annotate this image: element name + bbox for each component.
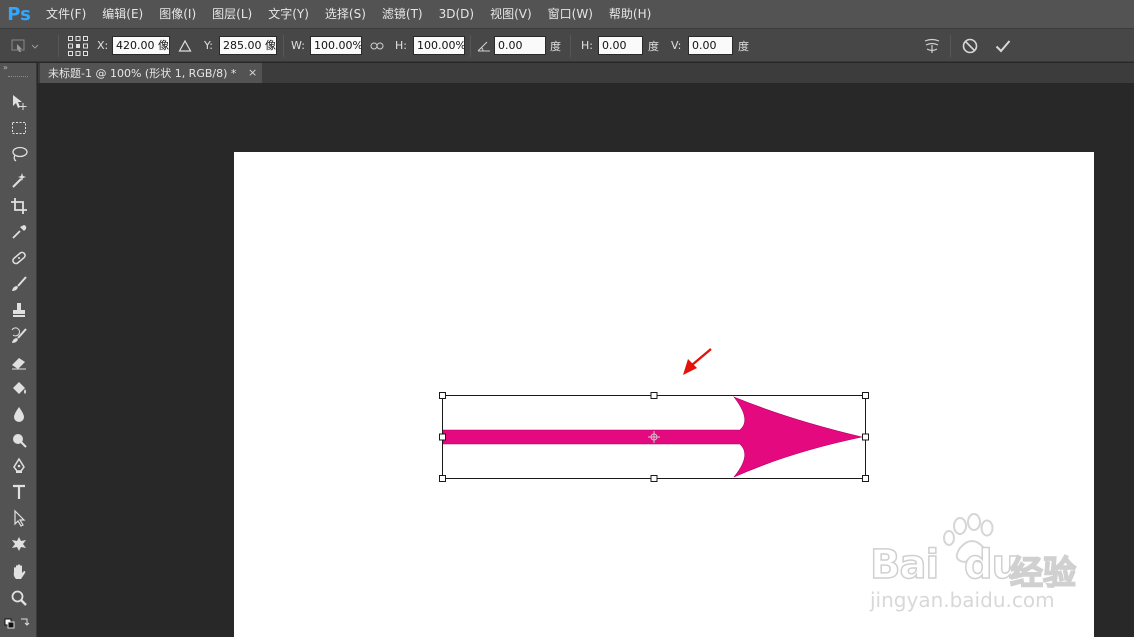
paint-bucket-tool-icon[interactable] [7, 377, 31, 399]
skew-h-label: H: [581, 39, 593, 52]
menu-edit[interactable]: 编辑(E) [94, 0, 151, 28]
watermark-url: jingyan.baidu.com [870, 588, 1055, 612]
collapse-panel-icon[interactable]: » [3, 63, 33, 73]
healing-brush-tool-icon[interactable] [7, 247, 31, 269]
rotation-input[interactable]: 0.00 [494, 36, 546, 55]
swap-colors-icon[interactable] [3, 613, 33, 635]
menu-select[interactable]: 选择(S) [317, 0, 374, 28]
rotation-unit: 度 [550, 39, 561, 53]
separator [470, 35, 471, 57]
menu-help[interactable]: 帮助(H) [601, 0, 659, 28]
document-tab-title: 未标题-1 @ 100% (形状 1, RGB/8) * [48, 67, 237, 80]
rotate-icon [477, 29, 491, 62]
menu-file[interactable]: 文件(F) [38, 0, 94, 28]
separator [58, 35, 59, 57]
magic-wand-tool-icon[interactable] [7, 169, 31, 191]
menu-image[interactable]: 图像(I) [151, 0, 204, 28]
width-scale-input[interactable]: 100.00% [310, 36, 362, 55]
tools-panel: » [0, 63, 37, 637]
warp-toggle-button[interactable] [922, 29, 942, 62]
lasso-tool-icon[interactable] [7, 143, 31, 165]
skew-h-unit: 度 [648, 39, 659, 53]
blur-tool-icon[interactable] [7, 403, 31, 425]
pen-tool-icon[interactable] [7, 455, 31, 477]
maintain-aspect-ratio-button[interactable] [370, 29, 384, 62]
skew-v-label: V: [671, 39, 682, 52]
dodge-tool-icon[interactable] [7, 429, 31, 451]
watermark-brand: Bai du [869, 541, 1021, 589]
move-tool-icon[interactable] [7, 91, 31, 113]
horizontal-skew-input[interactable]: 0.00 [598, 36, 643, 55]
menu-bar: Ps 文件(F) 编辑(E) 图像(I) 图层(L) 文字(Y) 选择(S) 滤… [0, 0, 1134, 28]
crop-tool-icon[interactable] [7, 195, 31, 217]
height-scale-input[interactable]: 100.00% [413, 36, 465, 55]
reference-point-icon [68, 35, 88, 56]
history-brush-tool-icon[interactable] [7, 325, 31, 347]
separator [950, 35, 951, 57]
watermark-brand-cn: 经验 [1009, 552, 1077, 593]
photoshop-logo: Ps [7, 3, 31, 25]
commit-transform-button[interactable] [994, 29, 1012, 62]
path-selection-tool-icon[interactable] [7, 507, 31, 529]
x-position-input[interactable]: 420.00 像 [112, 36, 170, 55]
zoom-tool-icon[interactable] [7, 587, 31, 609]
cancel-transform-button[interactable] [961, 29, 979, 62]
checkmark-icon [995, 39, 1011, 52]
separator [570, 35, 571, 57]
baidu-jingyan-watermark: Bai du 经验 jingyan.baidu.com [868, 512, 1078, 612]
document-tab-strip: 未标题-1 @ 100% (形状 1, RGB/8) * × [38, 63, 1134, 83]
custom-shape-tool-icon[interactable] [7, 533, 31, 555]
vertical-skew-input[interactable]: 0.00 [688, 36, 733, 55]
marquee-tool-icon[interactable] [7, 117, 31, 139]
clone-stamp-tool-icon[interactable] [7, 299, 31, 321]
w-label: W: [291, 39, 305, 52]
panel-grip [8, 76, 28, 78]
document-tab[interactable]: 未标题-1 @ 100% (形状 1, RGB/8) * × [40, 63, 262, 83]
separator [283, 35, 284, 57]
menu-layer[interactable]: 图层(L) [204, 0, 260, 28]
link-icon [370, 42, 384, 49]
menu-3d[interactable]: 3D(D) [431, 0, 482, 28]
warp-icon [924, 38, 940, 53]
relative-position-icon[interactable] [178, 29, 192, 62]
photoshop-window: Ps 文件(F) 编辑(E) 图像(I) 图层(L) 文字(Y) 选择(S) 滤… [0, 0, 1134, 637]
h-label: H: [395, 39, 407, 52]
hand-tool-icon[interactable] [7, 561, 31, 583]
menu-window[interactable]: 窗口(W) [540, 0, 601, 28]
cancel-icon [962, 38, 978, 53]
menu-filter[interactable]: 滤镜(T) [374, 0, 431, 28]
menu-type[interactable]: 文字(Y) [260, 0, 317, 28]
options-bar: X: 420.00 像 Y: 285.00 像 W: 100.00% H: 10… [0, 28, 1134, 62]
eraser-tool-icon[interactable] [7, 351, 31, 373]
skew-v-unit: 度 [738, 39, 749, 53]
menu-view[interactable]: 视图(V) [482, 0, 540, 28]
transform-tool-icon [11, 39, 39, 52]
y-label: Y: [204, 39, 213, 52]
y-position-input[interactable]: 285.00 像 [219, 36, 277, 55]
brush-tool-icon[interactable] [7, 273, 31, 295]
eyedropper-tool-icon[interactable] [7, 221, 31, 243]
close-tab-icon[interactable]: × [248, 66, 257, 79]
tool-preset-picker[interactable] [8, 29, 42, 62]
type-tool-icon[interactable] [7, 481, 31, 503]
x-label: X: [97, 39, 109, 52]
delta-icon [178, 39, 192, 52]
reference-point-locator[interactable] [66, 29, 90, 62]
